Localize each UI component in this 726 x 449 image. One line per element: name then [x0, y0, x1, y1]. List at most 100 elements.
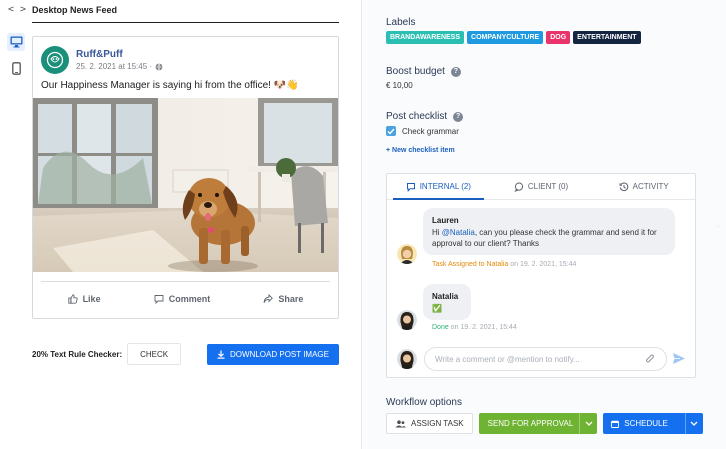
mobile-preview-button[interactable] — [7, 59, 25, 77]
send-for-approval-label: SEND FOR APPROVAL — [487, 419, 574, 428]
users-icon — [395, 419, 406, 427]
share-button[interactable]: Share — [263, 294, 303, 304]
boost-budget-value: € 10,00 — [386, 81, 413, 90]
feed-title: Desktop News Feed — [32, 5, 118, 15]
new-checklist-item-link[interactable]: + New checklist item — [386, 147, 455, 154]
checklist-item-label: Check grammar — [402, 126, 459, 136]
schedule-button[interactable]: SCHEDULE — [603, 413, 703, 434]
ruff-puff-logo-icon — [46, 51, 64, 69]
comment-bubble-icon — [514, 182, 523, 192]
comment-bubble: Natalia ✅ — [423, 284, 471, 320]
schedule-dropdown-toggle[interactable] — [684, 413, 703, 434]
dog-photo — [33, 98, 338, 272]
checklist-item: Check grammar — [386, 126, 459, 136]
label-companyculture[interactable]: COMPANYCULTURE — [467, 31, 544, 44]
preview-pane: < > Desktop News Feed Ruff&Puff 25. 2. 2… — [0, 0, 362, 449]
tab-internal[interactable]: INTERNAL (2) — [387, 174, 490, 200]
chevron-down-icon — [585, 421, 593, 426]
tab-client-label: CLIENT (0) — [527, 182, 569, 191]
chevron-down-icon — [690, 421, 698, 426]
help-icon[interactable]: ? — [453, 111, 464, 122]
workflow-buttons: ASSIGN TASK SEND FOR APPROVAL SCHEDULE — [386, 413, 703, 434]
like-label: Like — [82, 294, 101, 304]
send-for-approval-button[interactable]: SEND FOR APPROVAL — [478, 413, 598, 434]
like-button[interactable]: Like — [67, 294, 101, 304]
comment-time: on 19. 2. 2021, 15:44 — [508, 261, 577, 268]
share-label: Share — [278, 294, 304, 304]
natalia-avatar-icon — [397, 310, 417, 330]
labels-list: BRANDAWARENESS COMPANYCULTURE DOG ENTERT… — [386, 31, 641, 44]
approval-dropdown-toggle[interactable] — [579, 413, 597, 434]
tab-client[interactable]: CLIENT (0) — [490, 174, 593, 199]
desktop-preview-button[interactable] — [7, 33, 25, 51]
help-icon[interactable]: ? — [450, 66, 461, 77]
post-actions: Like Comment Share — [41, 289, 330, 309]
comment-text: ✅ — [432, 304, 442, 313]
label-entertainment[interactable]: ENTERTAINMENT — [573, 31, 641, 44]
comment-tabs: INTERNAL (2) CLIENT (0) ACTIVITY — [387, 174, 695, 200]
workflow-options-title: Workflow options — [386, 397, 462, 408]
post-timestamp: 25. 2. 2021 at 15:45 · — [76, 61, 163, 73]
download-icon — [217, 350, 225, 359]
label-dog[interactable]: DOG — [546, 31, 571, 44]
checkbox-checked[interactable] — [386, 126, 396, 136]
task-assigned-status: Task Assigned to Natalia — [432, 261, 509, 268]
workflow-options-heading: Workflow options — [386, 397, 462, 408]
download-post-image-button[interactable]: DOWNLOAD POST IMAGE — [207, 343, 339, 365]
comment-input[interactable] — [424, 347, 667, 371]
code-view-toggle[interactable]: < > — [8, 4, 26, 15]
chat-icon — [406, 182, 415, 192]
assign-task-label: ASSIGN TASK — [411, 419, 464, 428]
post-text: Our Happiness Manager is saying hi from … — [41, 80, 299, 91]
checkmark-icon — [387, 128, 395, 135]
post-checklist-heading: Post checklist ? — [386, 111, 464, 122]
speech-bubble-icon — [154, 295, 164, 304]
comment-meta: Done on 19. 2. 2021, 15:44 — [432, 324, 517, 331]
comment-text: Hi @Natalia, can you please check the gr… — [432, 227, 666, 249]
send-icon[interactable] — [672, 352, 686, 365]
desktop-icon — [10, 36, 22, 48]
comment-author: Lauren — [432, 216, 459, 225]
mobile-icon — [11, 61, 21, 75]
task-done-status: Done — [432, 324, 449, 331]
comment-bubble: Lauren Hi @Natalia, can you please check… — [423, 208, 675, 255]
comment-meta: Task Assigned to Natalia on 19. 2. 2021,… — [432, 261, 576, 268]
check-button[interactable]: CHECK — [127, 343, 182, 365]
schedule-label: SCHEDULE — [624, 419, 668, 428]
text-rule-checker: 20% Text Rule Checker: CHECK DOWNLOAD PO… — [32, 343, 339, 365]
tab-activity-label: ACTIVITY — [632, 182, 669, 191]
label-brandawareness[interactable]: BRANDAWARENESS — [386, 31, 465, 44]
post-image-dog — [33, 98, 338, 272]
globe-icon — [155, 63, 163, 70]
tab-internal-label: INTERNAL (2) — [419, 182, 471, 191]
paperclip-icon[interactable] — [645, 354, 655, 365]
avatar-lauren — [397, 244, 417, 264]
share-arrow-icon — [263, 294, 274, 303]
comment-time: on 19. 2. 2021, 15:44 — [448, 324, 517, 331]
post-checklist-title: Post checklist — [386, 111, 448, 122]
post-divider — [41, 281, 330, 282]
page-avatar — [41, 46, 69, 74]
labels-title: Labels — [386, 17, 416, 28]
calendar-icon — [611, 420, 620, 428]
comment-button[interactable]: Comment — [154, 294, 211, 304]
page-name[interactable]: Ruff&Puff — [76, 48, 163, 61]
labels-heading: Labels — [386, 17, 415, 28]
comment-text-prefix: Hi — [432, 228, 442, 237]
feed-title-underline — [32, 22, 339, 23]
boost-budget-title: Boost budget — [386, 66, 445, 77]
tab-activity[interactable]: ACTIVITY — [592, 174, 695, 199]
comments-panel: INTERNAL (2) CLIENT (0) ACTIVITY Lauren … — [386, 173, 696, 378]
current-user-avatar — [397, 349, 417, 369]
facebook-post-preview: Ruff&Puff 25. 2. 2021 at 15:45 · Our Hap… — [32, 36, 339, 319]
text-rule-label: 20% Text Rule Checker: — [32, 349, 123, 359]
panel-edge-marker: · — [717, 222, 720, 231]
comment-author: Natalia — [432, 292, 459, 301]
user-avatar-icon — [397, 349, 417, 369]
comment-label: Comment — [168, 294, 211, 304]
thumbs-up-icon — [67, 294, 78, 304]
mention-link[interactable]: @Natalia — [442, 228, 475, 237]
boost-budget-heading: Boost budget ? — [386, 66, 461, 77]
history-icon — [619, 182, 628, 191]
assign-task-button[interactable]: ASSIGN TASK — [386, 413, 473, 434]
